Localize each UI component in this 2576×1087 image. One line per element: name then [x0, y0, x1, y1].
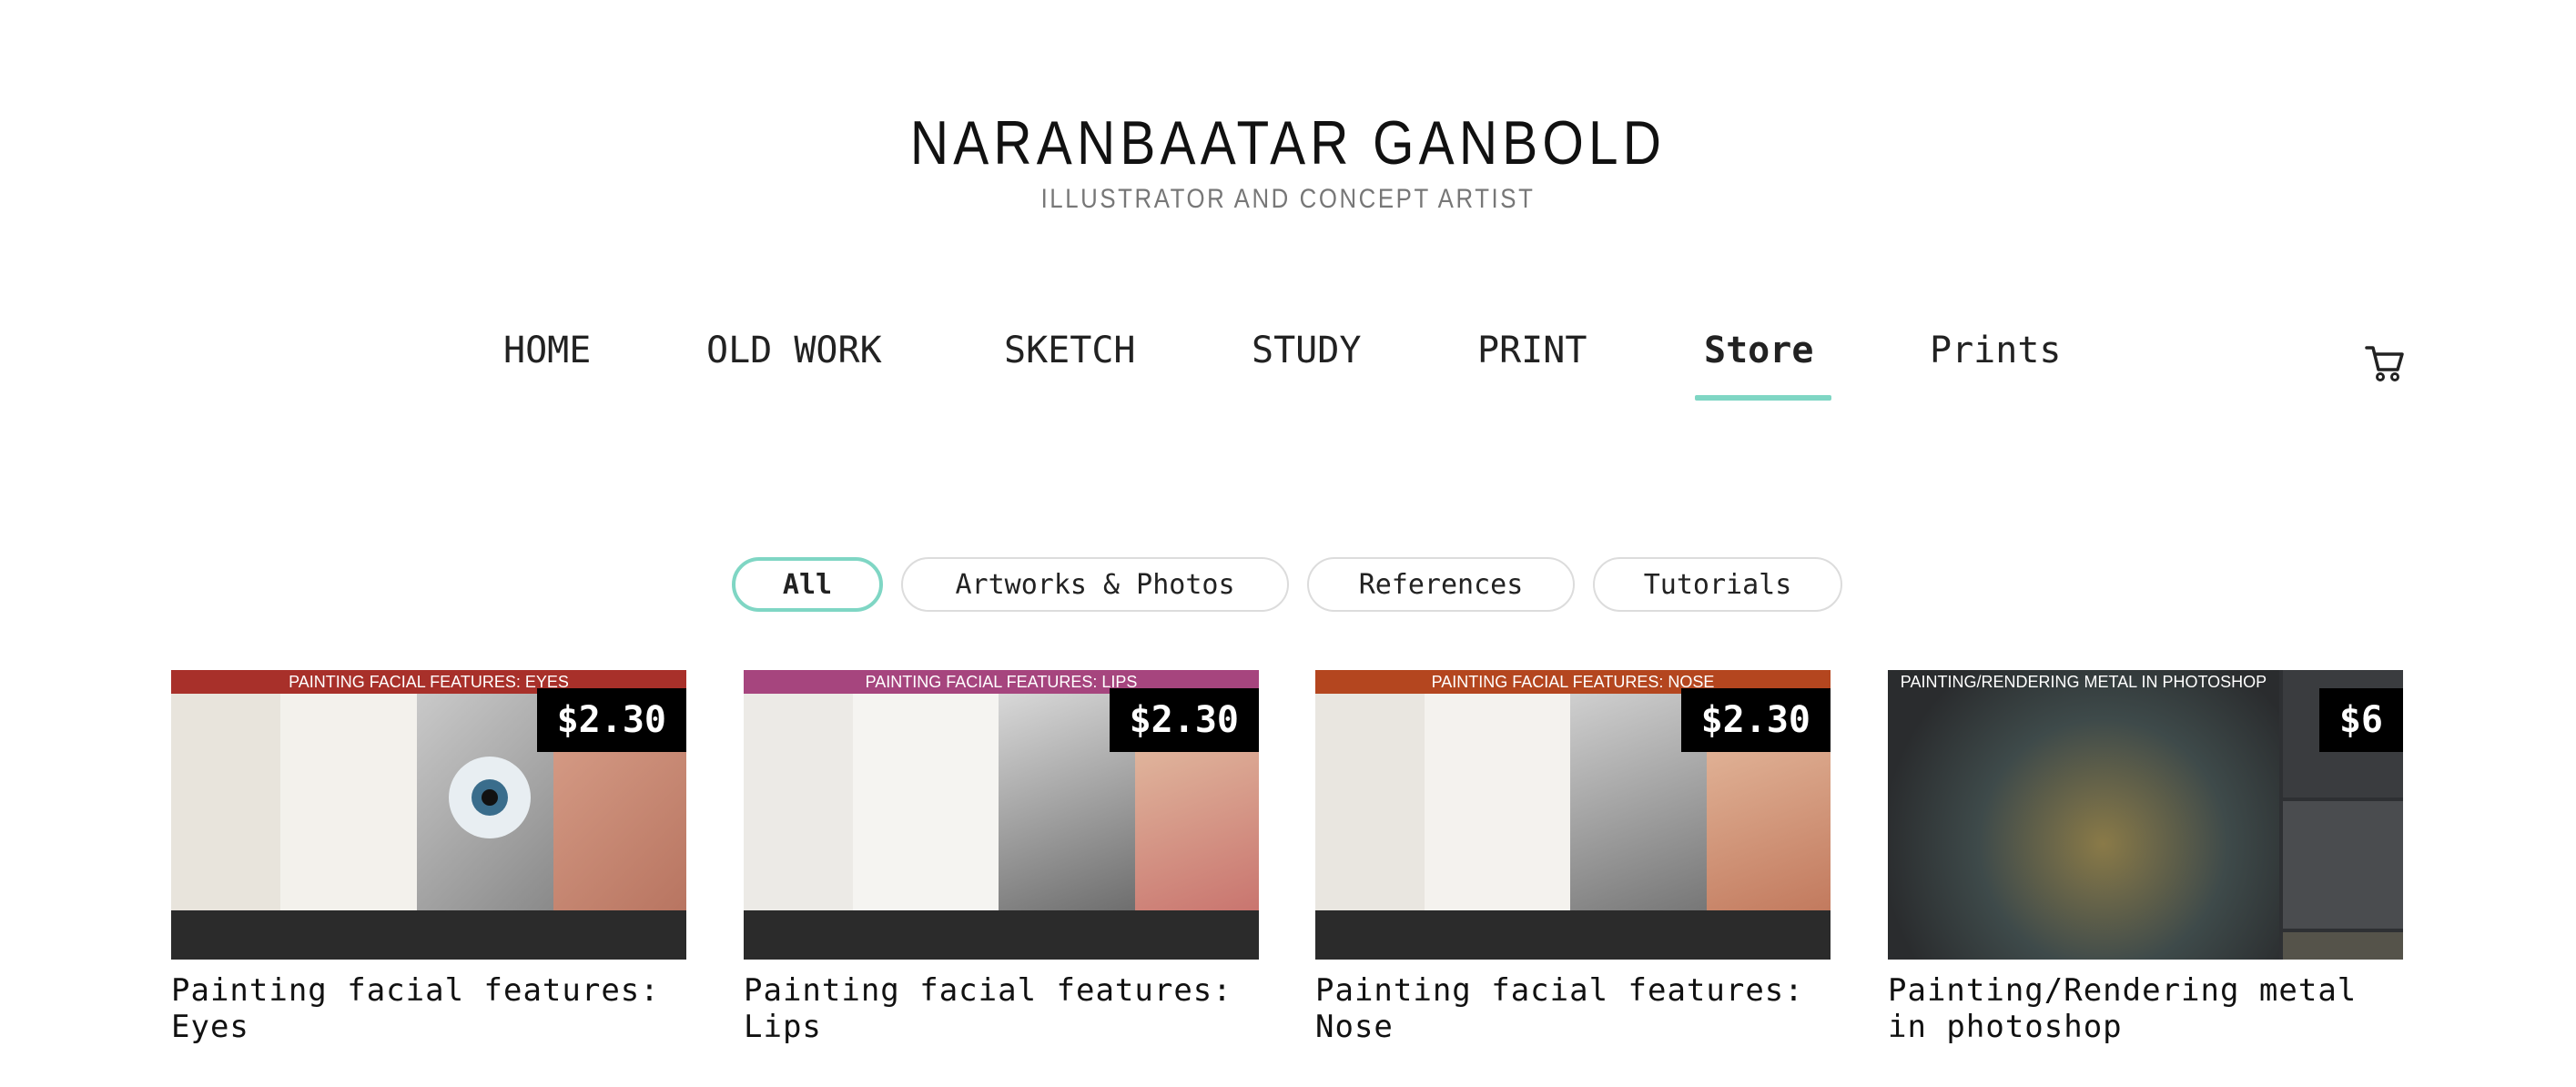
nav-item-old-work[interactable]: OLD WORK	[706, 330, 882, 371]
nav-item-print[interactable]: PRINT	[1477, 330, 1587, 371]
price-badge: $6	[2318, 688, 2403, 752]
product-title[interactable]: Painting facial features: Eyes	[171, 972, 686, 1045]
product-card[interactable]: PAINTING FACIAL FEATURES: LIPS $2.30 Pai…	[744, 670, 1259, 1045]
thumbnail-info-strip	[171, 910, 686, 960]
nav-item-study[interactable]: STUDY	[1252, 330, 1361, 371]
shopping-cart-icon	[2365, 346, 2404, 381]
product-title[interactable]: Painting/Rendering metal in photoshop	[1888, 972, 2403, 1045]
main-nav: HOME OLD WORK SKETCH STUDY PRINT Store P…	[0, 330, 2576, 402]
price-badge: $2.30	[536, 688, 686, 752]
product-thumbnail[interactable]: PAINTING FACIAL FEATURES: NOSE $2.30	[1315, 670, 1831, 960]
category-filters: All Artworks & Photos References Tutoria…	[0, 557, 2576, 615]
site-title[interactable]: NARANBAATAR GANBOLD	[180, 107, 2396, 178]
product-thumbnail[interactable]: PAINTING/RENDERING METAL IN PHOTOSHOP $6	[1888, 670, 2403, 960]
thumbnail-banner: PAINTING/RENDERING METAL IN PHOTOSHOP	[1900, 673, 2267, 691]
filter-artworks-photos[interactable]: Artworks & Photos	[901, 557, 1289, 612]
site-subtitle: ILLUSTRATOR AND CONCEPT ARTIST	[1040, 184, 1536, 214]
filter-all[interactable]: All	[732, 557, 883, 612]
product-title[interactable]: Painting facial features: Nose	[1315, 972, 1831, 1045]
product-title[interactable]: Painting facial features: Lips	[744, 972, 1259, 1045]
price-badge: $2.30	[1109, 688, 1259, 752]
product-thumbnail[interactable]: PAINTING FACIAL FEATURES: EYES $2.30	[171, 670, 686, 960]
nav-item-store[interactable]: Store	[1704, 330, 1813, 371]
nav-item-sketch[interactable]: SKETCH	[1004, 330, 1136, 371]
product-thumbnail[interactable]: PAINTING FACIAL FEATURES: LIPS $2.30	[744, 670, 1259, 960]
price-badge: $2.30	[1680, 688, 1831, 752]
cart-button[interactable]	[2363, 340, 2407, 384]
eyeball-illustration	[449, 757, 531, 838]
filter-tutorials[interactable]: Tutorials	[1593, 557, 1842, 612]
product-card[interactable]: PAINTING/RENDERING METAL IN PHOTOSHOP $6…	[1888, 670, 2403, 1045]
nav-item-prints[interactable]: Prints	[1930, 330, 2062, 371]
thumbnail-info-strip	[1315, 910, 1831, 960]
product-card[interactable]: PAINTING FACIAL FEATURES: NOSE $2.30 Pai…	[1315, 670, 1831, 1045]
filter-references[interactable]: References	[1307, 557, 1575, 612]
active-tab-underline	[1695, 395, 1831, 401]
thumbnail-info-strip	[744, 910, 1259, 960]
product-card[interactable]: PAINTING FACIAL FEATURES: EYES $2.30 Pai…	[171, 670, 686, 1045]
nav-item-home[interactable]: HOME	[503, 330, 591, 371]
